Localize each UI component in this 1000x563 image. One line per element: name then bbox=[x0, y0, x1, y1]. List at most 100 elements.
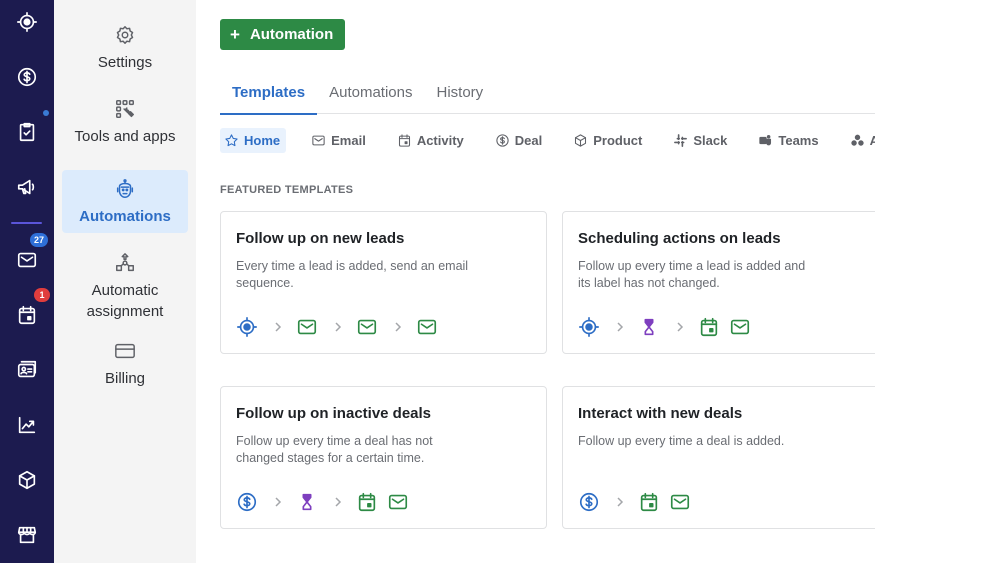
card-flow bbox=[236, 316, 531, 338]
category-product[interactable]: Product bbox=[569, 128, 648, 153]
category-label: Deal bbox=[514, 133, 543, 148]
category-email[interactable]: Email bbox=[307, 128, 372, 153]
sidebar-item-automations[interactable]: Automations bbox=[62, 170, 188, 233]
chevron-right-icon bbox=[617, 322, 624, 332]
tab-templates[interactable]: Templates bbox=[220, 76, 318, 115]
gear-icon bbox=[116, 26, 134, 44]
rail-item-products[interactable] bbox=[0, 460, 54, 500]
chevron-right-icon bbox=[395, 322, 402, 332]
card-flow bbox=[236, 491, 531, 513]
nav-rail: 27 1 bbox=[0, 0, 54, 563]
dollar-icon bbox=[237, 492, 257, 512]
template-card[interactable]: Follow up on inactive deals Follow up ev… bbox=[220, 386, 547, 529]
viewport-clip bbox=[875, 0, 1000, 563]
category-label: Email bbox=[331, 133, 366, 148]
chart-line-icon bbox=[18, 416, 36, 434]
mail-icon bbox=[297, 319, 317, 335]
category-teams[interactable]: Teams bbox=[754, 128, 824, 153]
robot-icon bbox=[116, 179, 134, 198]
activities-badge: 1 bbox=[34, 288, 50, 302]
card-title: Follow up on inactive deals bbox=[236, 405, 432, 422]
card-title: Scheduling actions on leads bbox=[578, 230, 781, 247]
rail-item-marketplace[interactable] bbox=[0, 515, 54, 555]
lead-target-icon bbox=[237, 317, 257, 337]
credit-card-icon bbox=[115, 343, 135, 359]
dollar-icon bbox=[17, 67, 37, 87]
category-label: Slack bbox=[693, 133, 728, 148]
rail-divider bbox=[11, 222, 42, 224]
rail-item-leads[interactable] bbox=[0, 2, 54, 42]
app-root: 27 1 Settings Tools and apps Automations… bbox=[0, 0, 1000, 563]
calendar-icon bbox=[18, 305, 36, 325]
chevron-right-icon bbox=[335, 322, 342, 332]
mail-icon bbox=[730, 319, 750, 335]
card-description: Follow up every time a deal is added. bbox=[578, 434, 785, 448]
box-icon bbox=[575, 134, 587, 147]
add-automation-label: Automation bbox=[249, 26, 334, 43]
rail-item-projects[interactable] bbox=[0, 112, 54, 152]
chevron-right-icon bbox=[275, 497, 282, 507]
mail-icon bbox=[417, 319, 437, 335]
card-flow bbox=[578, 316, 873, 338]
contact-card-icon bbox=[17, 360, 37, 378]
template-card[interactable]: Interact with new deals Follow up every … bbox=[562, 386, 889, 529]
assignment-icon bbox=[116, 253, 134, 272]
rail-item-insights[interactable] bbox=[0, 405, 54, 445]
mail-icon bbox=[670, 494, 690, 510]
card-flow bbox=[578, 491, 873, 513]
category-activity[interactable]: Activity bbox=[393, 128, 470, 153]
tab-history[interactable]: History bbox=[424, 76, 495, 114]
lead-target-icon bbox=[579, 317, 599, 337]
category-deal[interactable]: Deal bbox=[491, 128, 548, 153]
card-title: Interact with new deals bbox=[578, 405, 743, 422]
teams-icon bbox=[759, 134, 772, 146]
asana-icon bbox=[850, 134, 864, 146]
target-icon bbox=[17, 12, 37, 32]
sidebar-item-tools-and-apps[interactable]: Tools and apps bbox=[62, 98, 188, 154]
mail-icon bbox=[388, 494, 408, 510]
slack-icon bbox=[674, 134, 688, 147]
category-home[interactable]: Home bbox=[220, 128, 287, 153]
sidebar-item-label: Automations bbox=[79, 208, 171, 225]
sidebar-item-label: Tools and apps bbox=[74, 128, 176, 145]
rail-item-contacts[interactable] bbox=[0, 350, 54, 390]
dollar-icon bbox=[496, 134, 509, 147]
megaphone-icon bbox=[17, 179, 35, 195]
category-filter: Home Email Activity Deal Product Slack T… bbox=[220, 128, 936, 153]
sidebar-item-settings[interactable]: Settings bbox=[62, 24, 188, 80]
store-icon bbox=[17, 526, 37, 544]
tab-automations[interactable]: Automations bbox=[317, 76, 424, 114]
sidebar-item-label: Settings bbox=[97, 54, 153, 71]
chevron-right-icon bbox=[617, 497, 624, 507]
sidebar-item-label: Billing bbox=[104, 370, 146, 387]
category-label: Home bbox=[244, 133, 281, 148]
card-description: Every time a lead is added, send an emai… bbox=[236, 259, 469, 290]
template-card[interactable]: Follow up on new leads Every time a lead… bbox=[220, 211, 547, 354]
sidebar-item-billing[interactable]: Billing bbox=[62, 340, 188, 394]
rail-item-mail[interactable] bbox=[0, 240, 54, 280]
card-title: Follow up on new leads bbox=[236, 230, 405, 247]
category-label: Teams bbox=[778, 133, 819, 148]
sidebar-item-automatic-assignment[interactable]: Automatic assignment bbox=[62, 252, 188, 324]
category-label: Product bbox=[593, 133, 643, 148]
add-automation-button[interactable]: + Automation bbox=[220, 19, 345, 50]
template-card[interactable]: Scheduling actions on leads Follow up ev… bbox=[562, 211, 889, 354]
clipboard-check-icon bbox=[19, 122, 35, 142]
star-icon bbox=[225, 134, 238, 147]
calendar-icon bbox=[640, 492, 658, 512]
calendar-icon bbox=[358, 492, 376, 512]
chevron-right-icon bbox=[275, 322, 282, 332]
tab-bar: Templates Automations History bbox=[220, 76, 875, 115]
mail-badge: 27 bbox=[30, 233, 49, 247]
sidebar-item-label: Automatic assignment bbox=[86, 282, 164, 320]
calendar-icon bbox=[398, 134, 410, 147]
category-slack[interactable]: Slack bbox=[669, 128, 733, 153]
chevron-right-icon bbox=[335, 497, 342, 507]
rail-item-campaigns[interactable] bbox=[0, 167, 54, 207]
rail-item-deals[interactable] bbox=[0, 57, 54, 97]
category-label: Activity bbox=[416, 133, 464, 148]
mail-icon bbox=[17, 252, 37, 268]
settings-sidebar: Settings Tools and apps Automations Auto… bbox=[54, 0, 196, 563]
calendar-icon bbox=[700, 317, 718, 337]
section-title: FEATURED TEMPLATES bbox=[220, 184, 354, 196]
